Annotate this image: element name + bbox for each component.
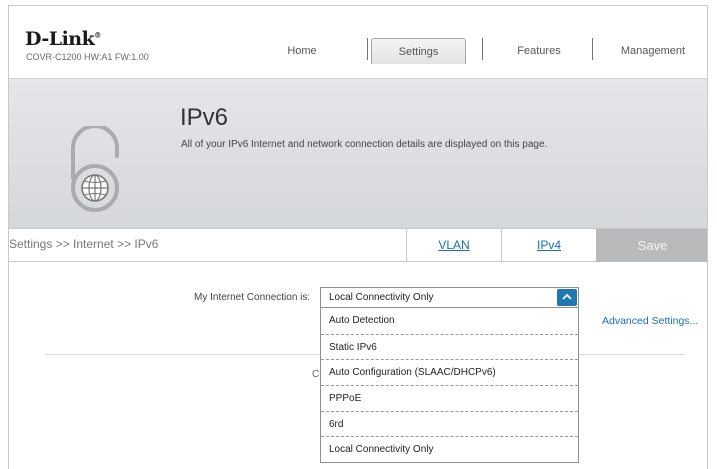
breadcrumb: Settings >> Internet >> IPv6 <box>9 237 159 251</box>
lock-globe-icon <box>71 126 119 212</box>
option-static-ipv6[interactable]: Static IPv6 <box>321 333 578 360</box>
page-description: All of your IPv6 Internet and network co… <box>181 139 548 150</box>
tab-vlan[interactable]: VLAN <box>406 229 501 262</box>
nav-divider <box>592 38 593 60</box>
router-ui-frame: D-Link® COVR-C1200 HW:A1 FW:1.00 Home Se… <box>8 5 708 469</box>
option-6rd[interactable]: 6rd <box>321 410 578 437</box>
model-info: COVR-C1200 HW:A1 FW:1.00 <box>26 52 149 62</box>
tab-ipv4[interactable]: IPv4 <box>501 229 596 262</box>
advanced-settings-link[interactable]: Advanced Settings... <box>602 315 698 327</box>
nav-divider <box>367 38 368 60</box>
option-auto-configuration[interactable]: Auto Configuration (SLAAC/DHCPv6) <box>321 359 578 385</box>
connection-type-label: My Internet Connection is: <box>194 292 311 303</box>
chevron-up-icon[interactable] <box>557 289 577 306</box>
option-auto-detection[interactable]: Auto Detection <box>321 308 578 334</box>
option-pppoe[interactable]: PPPoE <box>321 385 578 411</box>
nav-features[interactable]: Features <box>499 38 579 64</box>
option-local-connectivity[interactable]: Local Connectivity Only <box>321 436 578 462</box>
nav-management[interactable]: Management <box>603 38 703 64</box>
connection-type-options: Auto Detection Static IPv6 Auto Configur… <box>320 308 579 464</box>
nav-home[interactable]: Home <box>267 38 337 64</box>
connection-type-select[interactable]: Local Connectivity Only <box>320 287 579 308</box>
selected-connection-type: Local Connectivity Only <box>329 292 434 303</box>
top-header: D-Link® COVR-C1200 HW:A1 FW:1.00 Home Se… <box>9 6 707 78</box>
nav-settings[interactable]: Settings <box>371 38 466 64</box>
dlink-logo: D-Link® <box>25 28 101 50</box>
nav-divider <box>482 38 483 60</box>
page-title: IPv6 <box>180 104 229 131</box>
save-button[interactable]: Save <box>596 229 707 262</box>
